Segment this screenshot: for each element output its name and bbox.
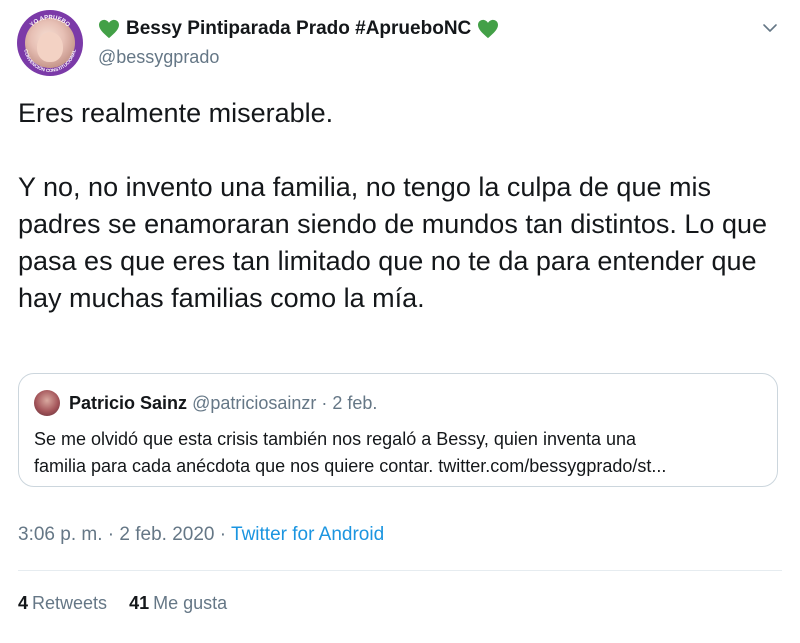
green-heart-icon	[99, 19, 119, 39]
divider	[18, 570, 782, 571]
avatar-badge-ring: YO APRUEBO CONVENCIÓN CONSTITUCIONAL	[23, 15, 77, 73]
likes-label: Me gusta	[153, 593, 228, 613]
likes-stat[interactable]: 41 Me gusta	[129, 593, 227, 614]
svg-text:CONVENCIÓN CONSTITUCIONAL: CONVENCIÓN CONSTITUCIONAL	[23, 49, 77, 73]
meta-separator: ·	[214, 524, 232, 545]
quoted-dot-separator: ·	[321, 393, 333, 413]
quoted-author-avatar	[34, 390, 60, 416]
avatar-badge-bottom-text: CONVENCIÓN CONSTITUCIONAL	[23, 49, 77, 73]
quoted-tweet-text-line-2: familia para cada anécdota que nos quier…	[34, 456, 667, 476]
quoted-tweet-text: Se me olvidó que esta crisis también nos…	[34, 426, 769, 480]
quoted-tweet-header: Patricio Sainz @patriciosainzr · 2 feb.	[69, 393, 377, 414]
chevron-down-icon[interactable]	[762, 20, 778, 36]
tweet-text: Eres realmente miserable. Y no, no inven…	[18, 98, 767, 313]
author-avatar[interactable]: YO APRUEBO CONVENCIÓN CONSTITUCIONAL	[17, 10, 83, 76]
author-name-row[interactable]: Bessy Pintiparada Prado #AprueboNC	[98, 15, 499, 43]
retweets-count: 4	[18, 593, 29, 613]
tweet-meta: 3:06 p. m. · 2 feb. 2020 · Twitter for A…	[18, 524, 384, 546]
retweets-stat[interactable]: 4 Retweets	[18, 593, 107, 614]
quoted-tweet-text-line-1: Se me olvidó que esta crisis también nos…	[34, 429, 637, 449]
likes-count: 41	[129, 593, 150, 613]
quoted-author-handle: @patriciosainzr	[192, 393, 317, 413]
avatar-badge-top-text: YO APRUEBO	[29, 15, 71, 29]
green-heart-icon	[478, 19, 499, 39]
tweet-timestamp[interactable]: 3:06 p. m. · 2 feb. 2020	[18, 524, 214, 545]
quoted-tweet[interactable]: Patricio Sainz @patriciosainzr · 2 feb. …	[18, 373, 778, 487]
author-display-name[interactable]: Bessy Pintiparada Prado #AprueboNC	[126, 18, 471, 40]
retweets-label: Retweets	[32, 593, 108, 613]
tweet-card: YO APRUEBO CONVENCIÓN CONSTITUCIONAL Bes…	[0, 0, 800, 643]
tweet-source-link[interactable]: Twitter for Android	[231, 524, 384, 545]
tweet-stats: 4 Retweets 41 Me gusta	[18, 593, 227, 614]
svg-text:YO APRUEBO: YO APRUEBO	[29, 15, 71, 29]
quoted-tweet-date: 2 feb.	[332, 393, 378, 413]
author-handle[interactable]: @bessygprado	[98, 47, 219, 68]
quoted-author-name: Patricio Sainz	[69, 393, 188, 413]
